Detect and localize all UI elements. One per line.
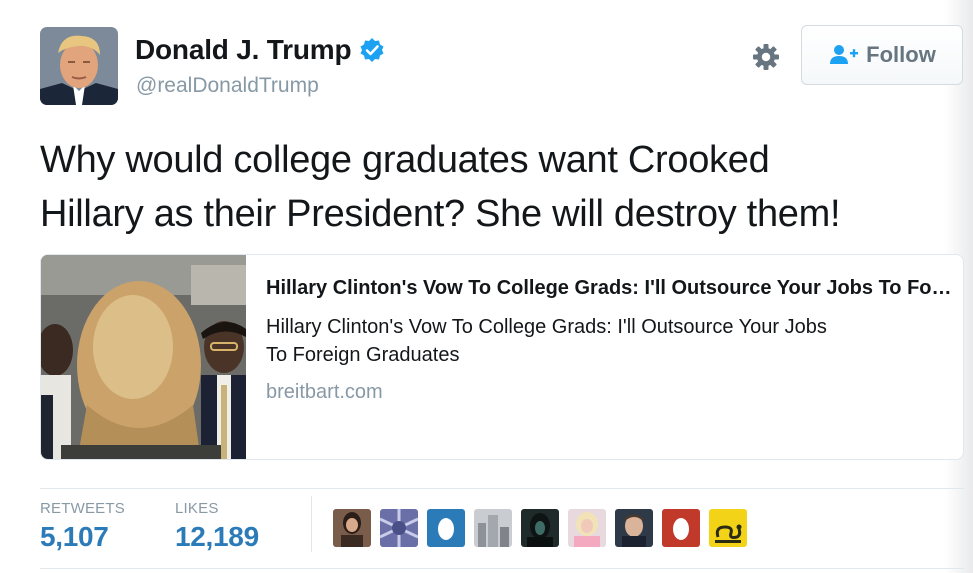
stats-divider-bottom (40, 568, 964, 569)
retweets-count[interactable]: 5,107 (40, 521, 125, 553)
default-egg-avatar-icon[interactable] (427, 509, 465, 547)
liker-avatar[interactable] (521, 509, 559, 547)
likes-count[interactable]: 12,189 (175, 521, 259, 553)
card-description: Hillary Clinton's Vow To College Grads: … (266, 313, 946, 369)
tweet-text: Why would college graduates want Crooked… (40, 133, 955, 241)
liker-avatar[interactable] (380, 509, 418, 547)
retweets-stat[interactable]: RETWEETS 5,107 (40, 500, 125, 553)
likes-stat[interactable]: LIKES 12,189 (175, 500, 259, 553)
retweets-label: RETWEETS (40, 500, 125, 517)
card-domain: breitbart.com (266, 381, 383, 403)
link-preview-card[interactable]: Hillary Clinton's Vow To College Grads: … (40, 254, 964, 460)
verified-badge-icon (360, 38, 384, 62)
gear-icon[interactable] (751, 42, 781, 72)
card-description-line: To Foreign Graduates (266, 344, 460, 366)
card-description-line: Hillary Clinton's Vow To College Grads: … (266, 316, 827, 338)
liker-avatar[interactable] (568, 509, 606, 547)
user-name-row[interactable]: Donald J. Trump (135, 34, 385, 66)
liker-avatar[interactable] (333, 509, 371, 547)
liker-avatar[interactable] (615, 509, 653, 547)
card-thumbnail-image (41, 255, 246, 459)
profile-avatar[interactable] (40, 27, 118, 105)
tweet-text-line: Hillary as their President? She will des… (40, 193, 841, 235)
liker-avatars (333, 509, 756, 547)
user-handle[interactable]: @realDonaldTrump (136, 74, 319, 98)
add-user-icon (830, 45, 859, 64)
gadsden-flag-avatar-icon[interactable] (709, 509, 747, 547)
follow-button[interactable]: Follow (801, 25, 963, 85)
card-title[interactable]: Hillary Clinton's Vow To College Grads: … (266, 277, 956, 300)
default-egg-avatar-icon[interactable] (662, 509, 700, 547)
follow-label: Follow (866, 42, 936, 67)
stats-divider-top (40, 488, 964, 489)
tweet-text-line: Why would college graduates want Crooked (40, 139, 770, 181)
likes-label: LIKES (175, 500, 219, 517)
liker-avatar[interactable] (474, 509, 512, 547)
stats-separator (311, 496, 312, 552)
display-name[interactable]: Donald J. Trump (135, 34, 352, 66)
